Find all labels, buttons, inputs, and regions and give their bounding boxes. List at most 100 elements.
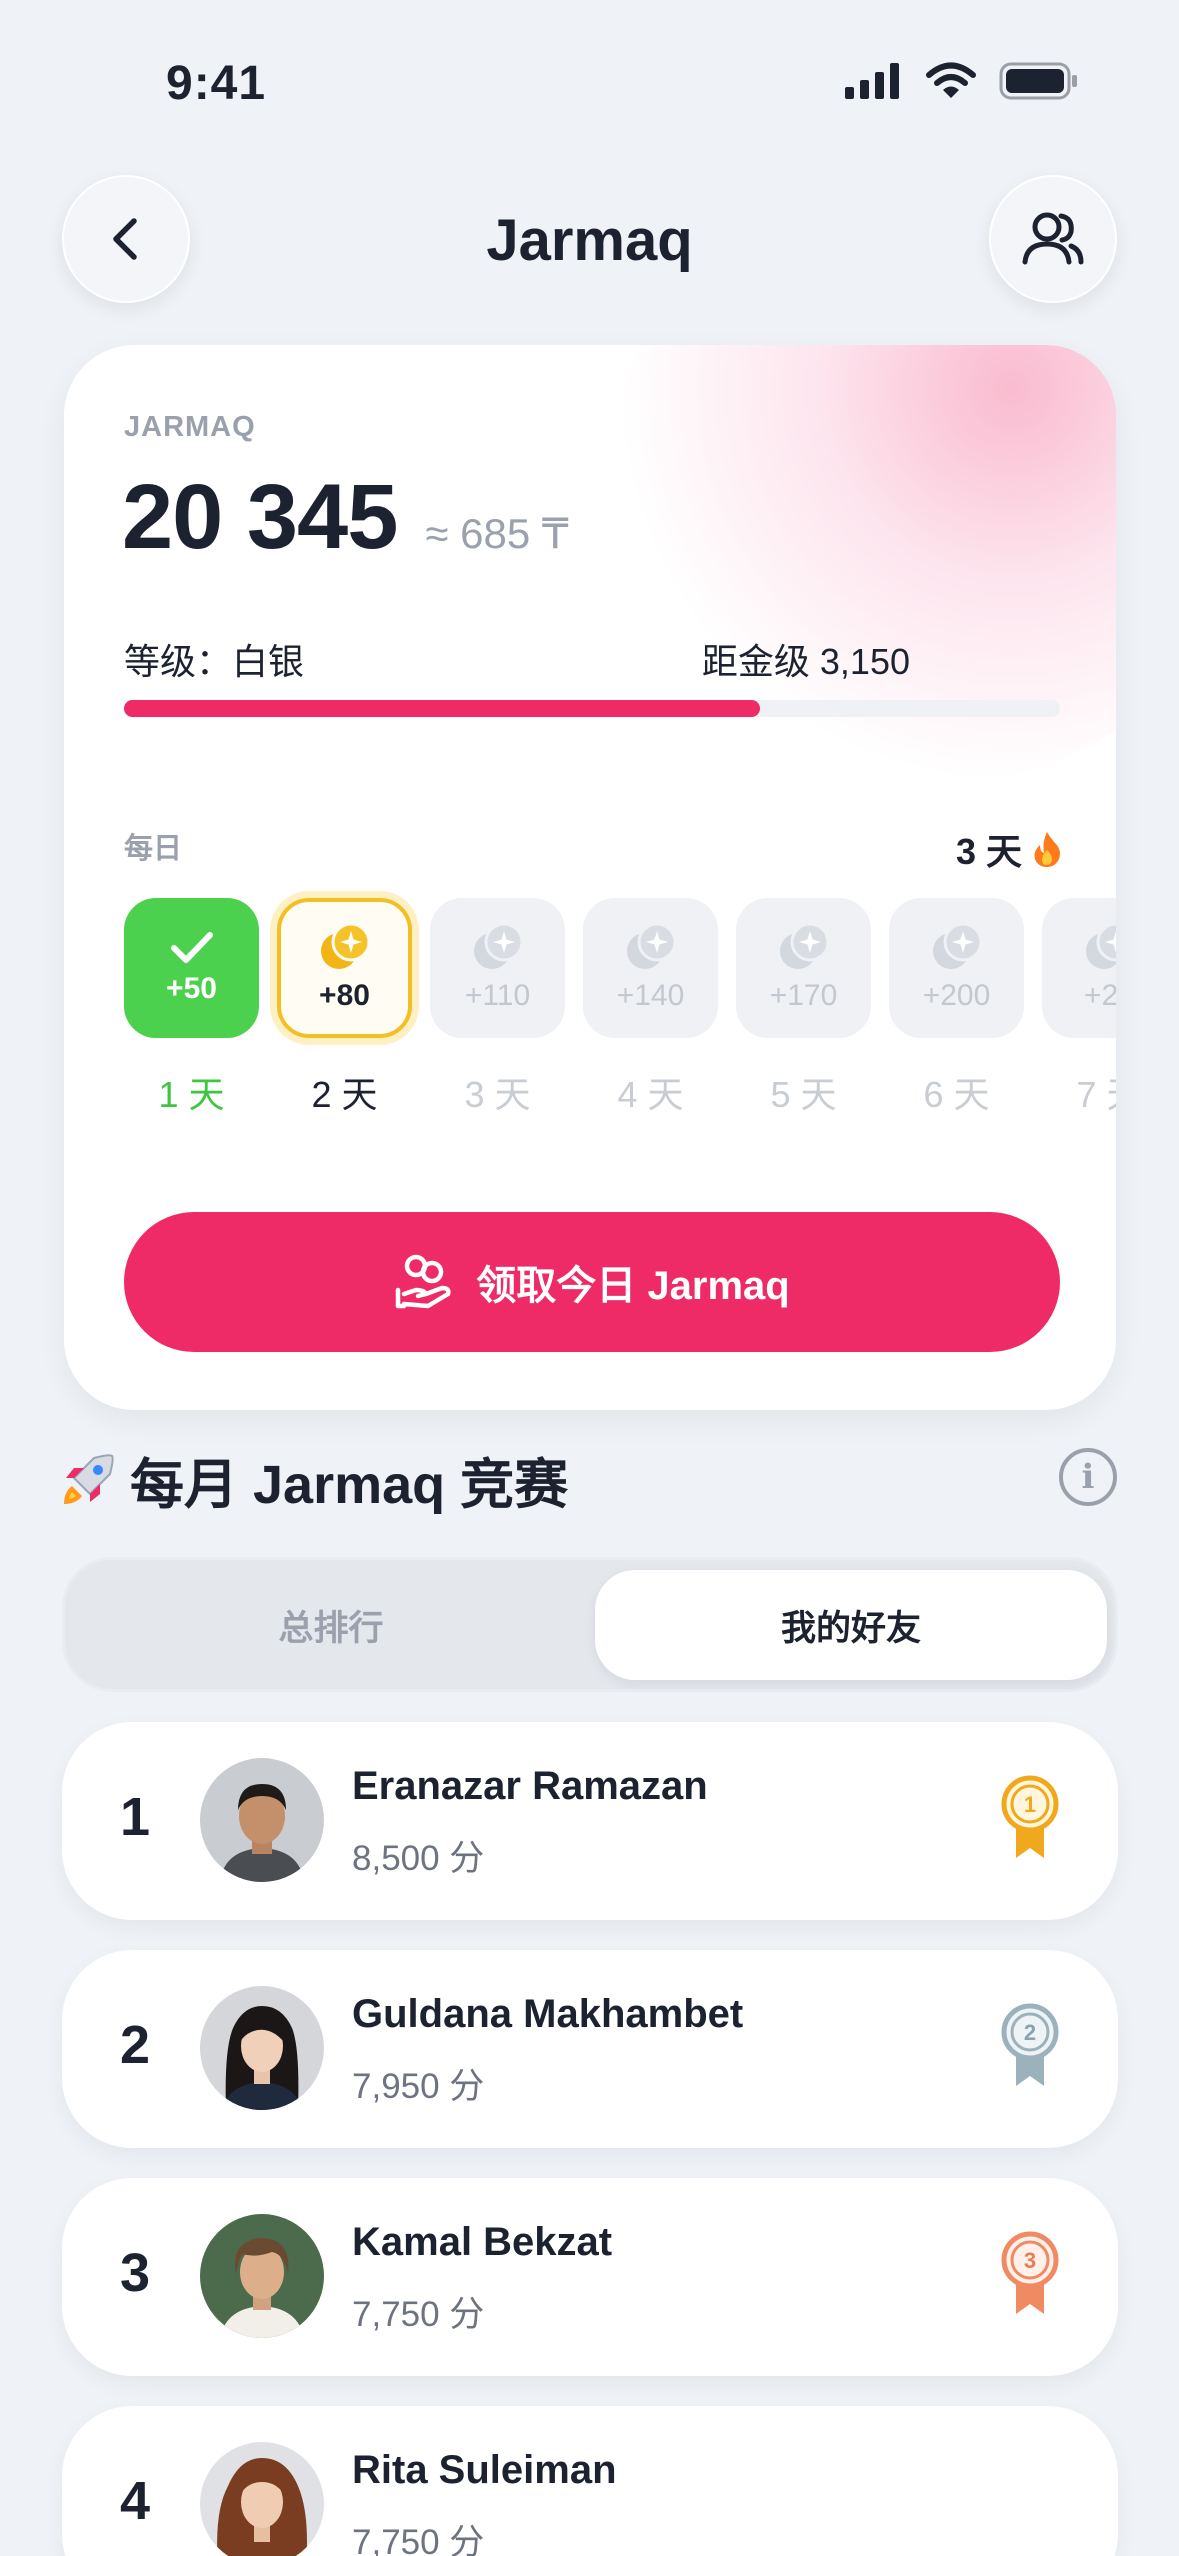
top-nav: Jarmaq — [0, 175, 1179, 315]
day-reward-amount: +110 — [464, 979, 531, 1012]
coin-icon — [1085, 923, 1116, 969]
card-glow — [616, 345, 1116, 785]
medal-number: 3 — [1024, 2248, 1036, 2273]
day-tile-box: +50 — [124, 898, 259, 1038]
info-button[interactable]: i — [1059, 1448, 1117, 1506]
hand-coins-icon — [396, 1254, 451, 1309]
avatar-image — [200, 1758, 324, 1882]
battery-icon — [999, 62, 1077, 100]
silver-medal-icon: 2 — [1001, 2003, 1059, 2086]
coin-icon — [932, 923, 982, 969]
fire-icon — [1034, 832, 1060, 867]
wifi-icon — [926, 62, 976, 98]
leaderboard-row[interactable]: 2 Guldana Makhambet 7,950 分 2 — [62, 1950, 1118, 2148]
check-icon — [170, 932, 213, 963]
day-label: 4 天 — [617, 1074, 684, 1115]
coin-icon — [779, 923, 829, 969]
balance-label: JARMAQ — [124, 411, 256, 443]
avatar-image — [200, 2442, 324, 2556]
daily-reward-strip: +50 1 天 +80 2 天 +110 3 天 +140 4 天 +170 5… — [124, 898, 1116, 1138]
coin-icon — [320, 923, 370, 969]
avatar-image — [200, 1986, 324, 2110]
day-tile-4[interactable]: +140 4 天 — [583, 898, 718, 1118]
claim-daily-button[interactable]: 领取今日 Jarmaq — [124, 1212, 1060, 1352]
day-tile-7[interactable]: +23 7 天 — [1042, 898, 1116, 1118]
player-name: Eranazar Ramazan — [352, 1764, 708, 1808]
avatar — [200, 1758, 324, 1882]
status-time: 9:41 — [166, 57, 267, 110]
day-tile-box: +200 — [889, 898, 1024, 1038]
balance-value: 20 345 — [122, 466, 398, 568]
day-tile-2[interactable]: +80 2 天 — [277, 898, 412, 1118]
users-icon — [1022, 212, 1084, 265]
day-label: 3 天 — [464, 1074, 531, 1115]
leaderboard-row[interactable]: 1 Eranazar Ramazan 8,500 分 1 — [62, 1722, 1118, 1920]
day-tile-3[interactable]: +110 3 天 — [430, 898, 565, 1118]
day-tile-box: +140 — [583, 898, 718, 1038]
streak-label: 3 天 — [955, 831, 1022, 872]
status-bar: 9:41 — [0, 0, 1179, 160]
day-tile-box: +23 — [1042, 898, 1116, 1038]
day-tile-1[interactable]: +50 1 天 — [124, 898, 259, 1118]
contest-title-text: 每月 Jarmaq 竞赛 — [130, 1455, 569, 1515]
tab-friends[interactable]: 我的好友 — [595, 1570, 1107, 1680]
day-label: 2 天 — [311, 1074, 378, 1115]
gold-medal-icon: 1 — [1001, 1775, 1059, 1858]
friends-button[interactable] — [989, 175, 1117, 303]
balance-row: 20 345 ≈ 685 ₸ — [122, 465, 569, 570]
leaderboard-row[interactable]: 3 Kamal Bekzat 7,750 分 3 — [62, 2178, 1118, 2376]
avatar — [200, 1986, 324, 2110]
rank-number: 1 — [120, 1787, 151, 1847]
tab-overall[interactable]: 总排行 — [75, 1570, 587, 1680]
leaderboard-tabs: 总排行 我的好友 — [62, 1557, 1118, 1692]
day-tile-box: +80 — [277, 898, 412, 1038]
streak-counter: 3 天 — [956, 823, 1062, 875]
rank-number: 4 — [120, 2471, 151, 2531]
status-icons — [845, 62, 1079, 100]
level-progress-fill — [124, 700, 761, 717]
rank-number: 3 — [120, 2243, 151, 2303]
day-tile-box: +110 — [430, 898, 565, 1038]
leaderboard-row[interactable]: 4 Rita Suleiman 7,750 分 — [62, 2406, 1118, 2556]
daily-label: 每日 — [124, 833, 183, 865]
day-reward-amount: +23 — [1084, 979, 1116, 1012]
medal-number: 2 — [1024, 2020, 1036, 2045]
level-progress-bar — [124, 700, 1060, 717]
signal-icon — [845, 63, 899, 99]
player-score: 7,950 分 — [352, 2067, 485, 2106]
avatar — [200, 2442, 324, 2556]
info-icon: i — [1081, 1457, 1095, 1497]
day-reward-amount: +140 — [616, 979, 685, 1012]
contest-title: 每月 Jarmaq 竞赛 — [60, 1440, 568, 1519]
next-level-label: 距金级 3,150 — [701, 641, 910, 682]
balance-card: JARMAQ 20 345 ≈ 685 ₸ 等级：白银 距金级 3,150 每日… — [64, 345, 1116, 1410]
player-score: 7,750 分 — [352, 2523, 485, 2556]
player-name: Rita Suleiman — [352, 2448, 617, 2492]
rank-number: 2 — [120, 2015, 151, 2075]
claim-button-label: 领取今日 Jarmaq — [476, 1264, 790, 1308]
day-reward-amount: +200 — [922, 979, 991, 1012]
day-reward-amount: +50 — [166, 972, 217, 1005]
bronze-medal-icon: 3 — [1001, 2231, 1059, 2314]
day-tile-box: +170 — [736, 898, 871, 1038]
rocket-icon — [64, 1453, 114, 1504]
balance-converted: ≈ 685 ₸ — [425, 510, 569, 557]
day-reward-amount: +170 — [769, 979, 838, 1012]
day-reward-amount: +80 — [319, 979, 370, 1012]
day-tile-5[interactable]: +170 5 天 — [736, 898, 871, 1118]
coin-icon — [473, 923, 523, 969]
day-label: 6 天 — [923, 1074, 990, 1115]
medal-number: 1 — [1024, 1792, 1036, 1817]
player-name: Kamal Bekzat — [352, 2220, 613, 2264]
level-label: 等级：白银 — [124, 641, 305, 682]
player-score: 7,750 分 — [352, 2295, 485, 2334]
player-score: 8,500 分 — [352, 1839, 485, 1878]
avatar-image — [200, 2214, 324, 2338]
day-label: 1 天 — [158, 1074, 225, 1115]
avatar — [200, 2214, 324, 2338]
day-tile-6[interactable]: +200 6 天 — [889, 898, 1024, 1118]
player-name: Guldana Makhambet — [352, 1992, 744, 2036]
day-label: 5 天 — [770, 1074, 837, 1115]
coin-icon — [626, 923, 676, 969]
day-label: 7 天 — [1076, 1074, 1116, 1115]
